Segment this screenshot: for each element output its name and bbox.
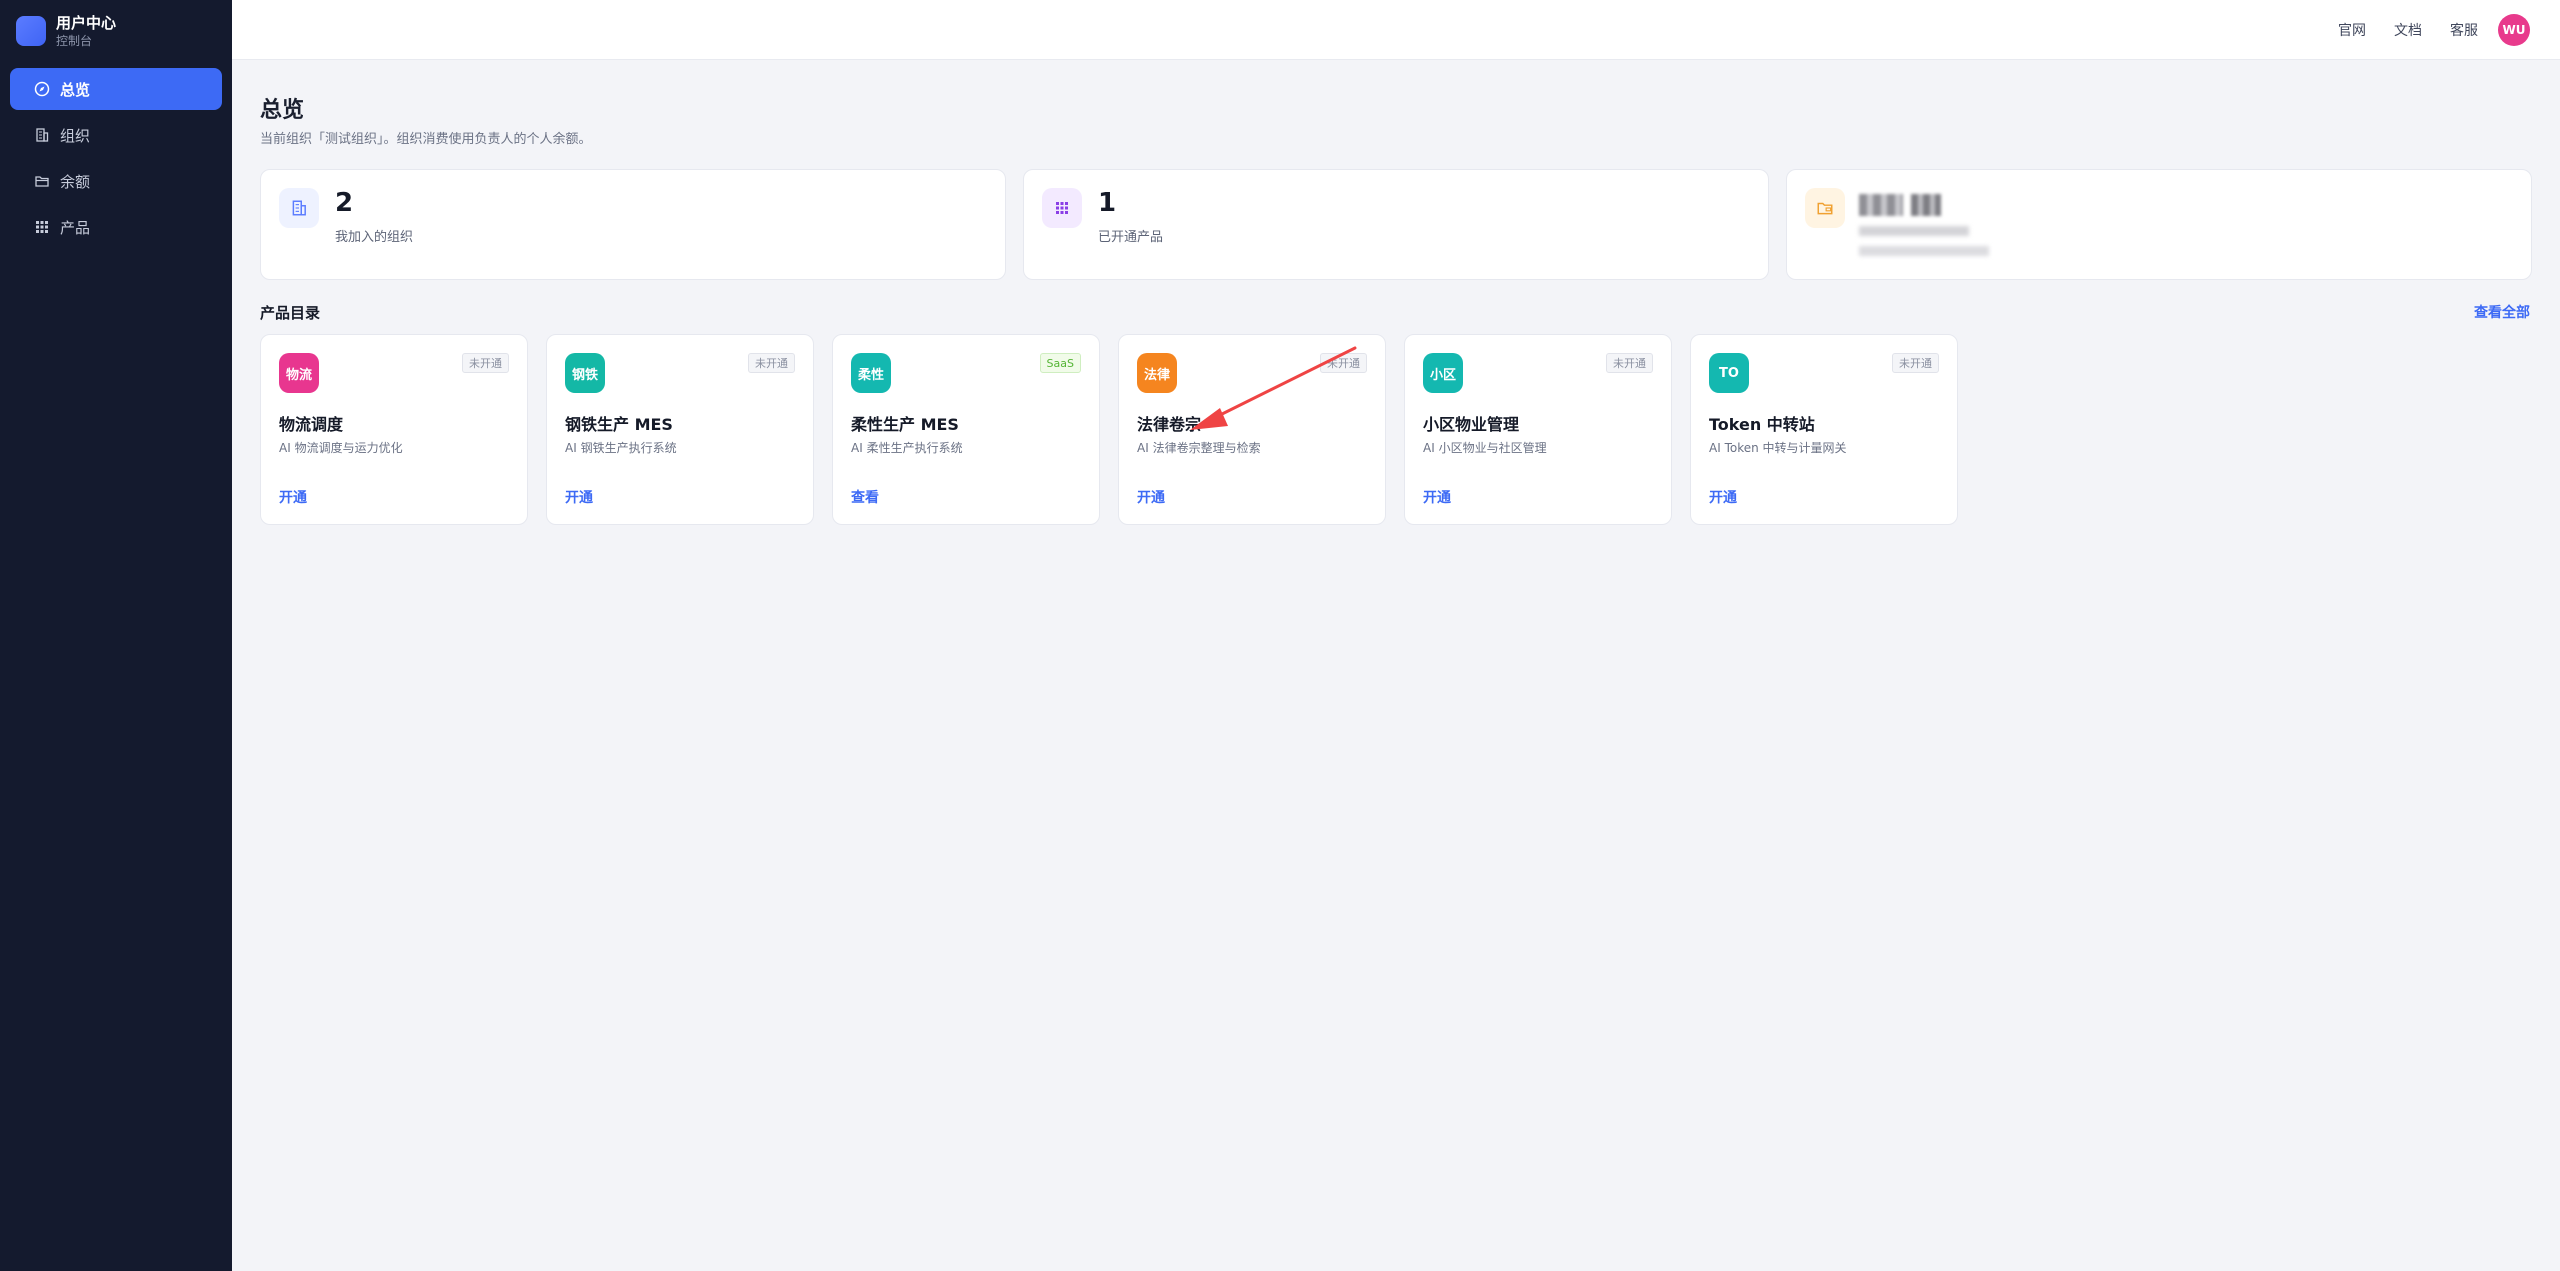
sidebar-item-balance[interactable]: 余额 [10,160,222,202]
status-badge: SaaS [1039,353,1081,373]
stat-card-organizations[interactable]: 2 我加入的组织 [260,169,1006,280]
annotation-arrow [1190,346,1357,430]
product-name: 钢铁生产 MES [565,415,673,434]
sidebar-item-organization[interactable]: 组织 [10,114,222,156]
stats-row: 2 我加入的组织 1 已开通产品 [260,169,2532,280]
product-desc: AI 法律卷宗整理与检索 [1137,441,1261,455]
building-icon [279,188,319,228]
product-action-button[interactable]: 查看 [851,487,879,507]
brand-subtitle: 控制台 [56,34,93,48]
top-link-website[interactable]: 官网 [2338,20,2366,40]
sidebar-nav: 总览 组织 余额 产品 [10,68,222,252]
page-title: 总览 [260,98,305,123]
product-icon: 物流 [279,353,319,393]
section-title-catalog: 产品目录 [260,304,321,322]
brand-title: 用户中心 [56,14,117,32]
product-card[interactable]: 钢铁 未开通 钢铁生产 MES AI 钢铁生产执行系统 开通 [546,334,814,525]
folder-icon [34,173,50,189]
product-card[interactable]: 柔性 SaaS 柔性生产 MES AI 柔性生产执行系统 查看 [832,334,1100,525]
product-desc: AI 钢铁生产执行系统 [565,441,677,455]
brand[interactable]: 用户中心 控制台 [16,14,116,48]
top-link-support[interactable]: 客服 [2450,20,2478,40]
stat-value: 1 [1098,188,1117,218]
sidebar-item-label: 产品 [60,218,91,237]
product-action-button[interactable]: 开通 [1709,487,1737,507]
product-action-button[interactable]: 开通 [565,487,593,507]
product-action-button[interactable]: 开通 [1423,487,1451,507]
product-icon: 钢铁 [565,353,605,393]
product-icon: 柔性 [851,353,891,393]
top-bar: 官网 文档 客服 WU [232,0,2560,60]
grid-icon [34,219,50,235]
status-badge: 未开通 [1606,353,1653,373]
stat-card-balance[interactable] [1786,169,2532,280]
sidebar-item-label: 组织 [60,126,91,145]
product-name: 物流调度 [279,415,344,434]
product-icon: 法律 [1137,353,1177,393]
status-badge: 未开通 [1892,353,1939,373]
product-name: 柔性生产 MES [851,415,959,434]
product-desc: AI 物流调度与运力优化 [279,441,403,455]
product-icon: TO [1709,353,1749,393]
main-content: 总览 当前组织「测试组织」。组织消费使用负责人的个人余额。 2 我加入的组织 1… [232,60,2560,1271]
stat-value: 2 [335,188,354,218]
product-name: Token 中转站 [1709,415,1815,434]
product-list: 物流 未开通 物流调度 AI 物流调度与运力优化 开通 钢铁 未开通 钢铁生产 … [260,334,1976,525]
stat-label: 我加入的组织 [335,230,414,245]
sidebar-item-label: 总览 [60,80,91,99]
product-card[interactable]: 小区 未开通 小区物业管理 AI 小区物业与社区管理 开通 [1404,334,1672,525]
product-desc: AI 小区物业与社区管理 [1423,441,1547,455]
product-action-button[interactable]: 开通 [1137,487,1165,507]
top-link-docs[interactable]: 文档 [2394,20,2422,40]
sidebar-item-overview[interactable]: 总览 [10,68,222,110]
product-card[interactable]: TO 未开通 Token 中转站 AI Token 中转与计量网关 开通 [1690,334,1958,525]
status-badge: 未开通 [462,353,509,373]
product-name: 小区物业管理 [1423,415,1520,434]
brand-logo-icon [16,16,46,47]
sidebar-item-products[interactable]: 产品 [10,206,222,248]
compass-icon [34,81,50,97]
status-badge: 未开通 [748,353,795,373]
wallet-icon [1805,188,1845,228]
view-all-link[interactable]: 查看全部 [2474,302,2530,322]
product-desc: AI 柔性生产执行系统 [851,441,963,455]
page-subtitle: 当前组织「测试组织」。组织消费使用负责人的个人余额。 [260,132,592,147]
product-card[interactable]: 物流 未开通 物流调度 AI 物流调度与运力优化 开通 [260,334,528,525]
stat-label: 已开通产品 [1098,230,1164,245]
product-desc: AI Token 中转与计量网关 [1709,441,1847,455]
product-icon: 小区 [1423,353,1463,393]
sidebar-item-label: 余额 [60,172,91,191]
avatar[interactable]: WU [2498,14,2530,46]
grid-icon [1042,188,1082,228]
sidebar: 用户中心 控制台 总览 组织 余额 产品 [0,0,232,1271]
building-icon [34,127,50,143]
product-action-button[interactable]: 开通 [279,487,307,507]
blurred-balance [1859,194,2009,264]
stat-card-products[interactable]: 1 已开通产品 [1023,169,1769,280]
